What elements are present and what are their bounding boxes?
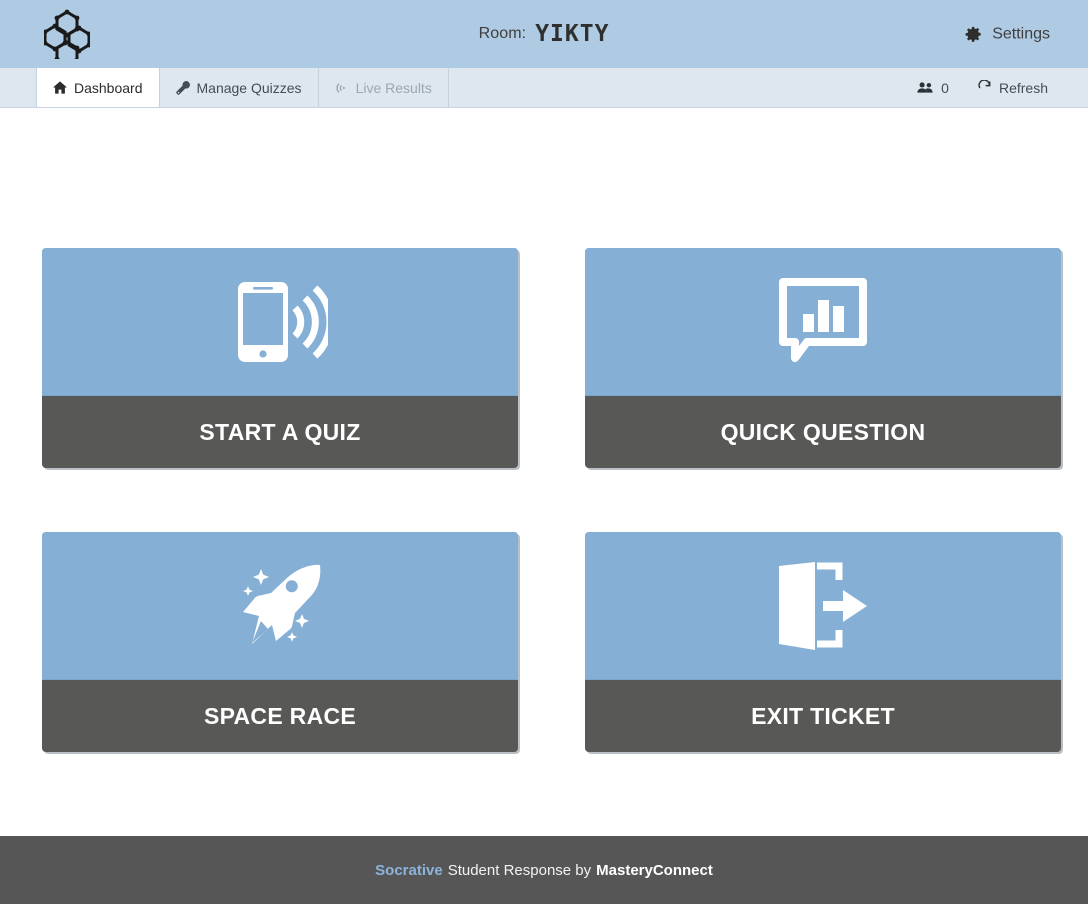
room-display: Room: YIKTY [0, 0, 1088, 68]
card-exit-ticket[interactable]: EXIT TICKET [585, 532, 1061, 752]
dashboard-main: START A QUIZ QUICK QUESTION SPACE RACE E… [0, 108, 1088, 836]
rocket-icon [234, 560, 326, 652]
users-icon [917, 81, 934, 94]
tab-manage-quizzes[interactable]: Manage Quizzes [160, 68, 319, 107]
exit-door-icon [777, 561, 869, 650]
wrench-icon [175, 80, 190, 95]
tab-dashboard[interactable]: Dashboard [36, 68, 160, 107]
settings-button[interactable]: Settings [964, 25, 1050, 44]
card-quick-question-icon-area [585, 248, 1061, 396]
tab-bar: Dashboard Manage Quizzes Live Results 0 … [0, 68, 1088, 108]
tab-dashboard-label: Dashboard [74, 79, 143, 96]
student-count: 0 [917, 80, 949, 96]
card-quick-question-label: QUICK QUESTION [585, 396, 1061, 468]
socrative-dashboard-app: Room: YIKTY Settings Dashboard Manage Qu… [0, 0, 1088, 904]
tab-manage-quizzes-label: Manage Quizzes [196, 79, 302, 96]
footer-brand: Socrative [375, 861, 443, 879]
app-footer: Socrative Student Response by MasteryCon… [0, 836, 1088, 904]
footer-text: Student Response by [447, 861, 592, 879]
card-space-race-label: SPACE RACE [42, 680, 518, 752]
card-start-a-quiz[interactable]: START A QUIZ [42, 248, 518, 468]
card-quick-question[interactable]: QUICK QUESTION [585, 248, 1061, 468]
refresh-icon [977, 80, 992, 95]
tab-bar-actions: 0 Refresh [917, 68, 1088, 107]
tab-live-results-label: Live Results [355, 79, 432, 96]
tab-list: Dashboard Manage Quizzes Live Results [36, 68, 449, 107]
card-space-race-icon-area [42, 532, 518, 680]
refresh-button[interactable]: Refresh [977, 80, 1048, 96]
card-space-race[interactable]: SPACE RACE [42, 532, 518, 752]
gear-icon [964, 25, 983, 44]
card-start-a-quiz-label: START A QUIZ [42, 396, 518, 468]
card-exit-ticket-icon-area [585, 532, 1061, 680]
home-icon [53, 81, 67, 94]
refresh-label: Refresh [998, 79, 1048, 96]
chat-bar-chart-icon [779, 277, 867, 366]
student-count-value: 0 [941, 79, 949, 96]
mobile-signal-icon [232, 276, 328, 368]
room-code: YIKTY [535, 21, 610, 47]
socrative-hexagon-logo-icon [44, 9, 90, 59]
card-exit-ticket-label: EXIT TICKET [585, 680, 1061, 752]
activity-card-grid: START A QUIZ QUICK QUESTION SPACE RACE E… [42, 248, 1063, 752]
app-header: Room: YIKTY Settings [0, 0, 1088, 68]
settings-label: Settings [992, 25, 1050, 42]
card-start-a-quiz-icon-area [42, 248, 518, 396]
signal-icon [335, 81, 349, 95]
tab-live-results[interactable]: Live Results [319, 68, 449, 107]
footer-partner: MasteryConnect [596, 861, 713, 879]
room-label: Room: [478, 25, 527, 42]
